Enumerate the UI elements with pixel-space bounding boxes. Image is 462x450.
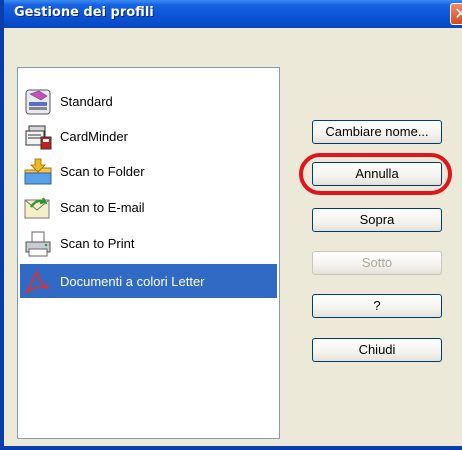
cardminder-icon (23, 123, 53, 151)
help-button[interactable]: ? (312, 294, 442, 318)
rename-button[interactable]: Cambiare nome... (312, 120, 442, 144)
title-bar[interactable]: Gestione dei profili (4, 0, 462, 28)
move-down-button: Sotto (312, 251, 442, 275)
profile-item-scan-to-folder[interactable]: Scan to Folder (20, 154, 277, 188)
profile-label: CardMinder (60, 129, 128, 144)
window-title: Gestione dei profili (14, 5, 154, 20)
close-window-button[interactable]: ✕ (450, 3, 462, 25)
move-up-button[interactable]: Sopra (312, 208, 442, 232)
acrobat-pdf-icon (23, 268, 53, 296)
profile-label: Scan to E-mail (60, 200, 145, 215)
close-button[interactable]: Chiudi (312, 338, 442, 362)
profile-item-standard[interactable]: Standard (20, 84, 277, 118)
profile-manager-dialog: Gestione dei profili ✕ Standard CardMind… (0, 0, 462, 450)
profile-item-scan-to-email[interactable]: Scan to E-mail (20, 190, 277, 224)
folder-arrow-icon (23, 158, 53, 186)
email-envelope-icon (23, 194, 53, 222)
profile-item-documenti-a-colori-letter[interactable]: Documenti a colori Letter (20, 264, 277, 298)
profile-list[interactable]: Standard CardMinder Scan to Folder Scan … (17, 67, 280, 439)
printer-icon (23, 230, 53, 258)
close-icon: ✕ (454, 4, 462, 23)
profile-label: Standard (60, 94, 113, 109)
profile-label: Scan to Print (60, 236, 135, 251)
profile-item-cardminder[interactable]: CardMinder (20, 119, 277, 153)
profile-item-scan-to-print[interactable]: Scan to Print (20, 226, 277, 260)
highlight-circle (299, 153, 452, 195)
profile-label: Scan to Folder (60, 164, 145, 179)
business-card-organizer-icon (23, 88, 53, 116)
profile-label: Documenti a colori Letter (60, 274, 205, 289)
